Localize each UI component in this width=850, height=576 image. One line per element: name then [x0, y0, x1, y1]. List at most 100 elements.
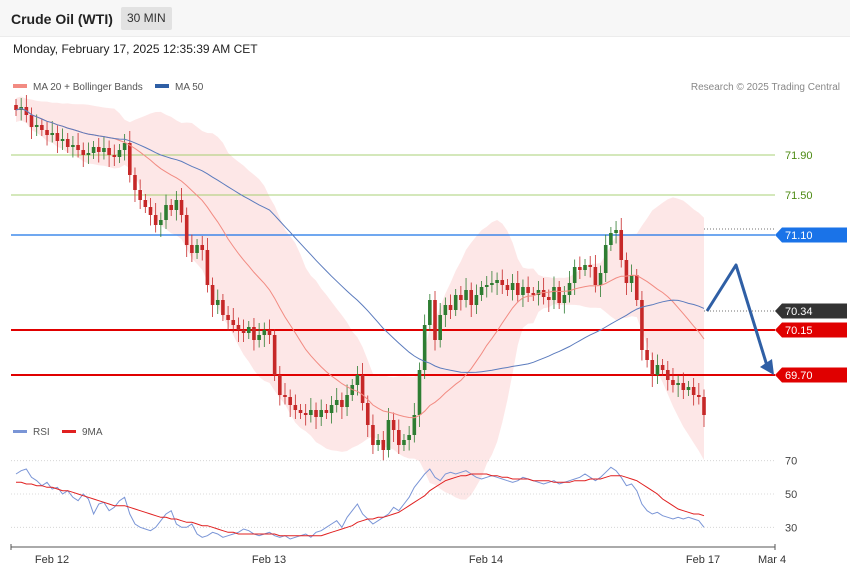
- candle-body: [376, 440, 380, 445]
- candle-body: [164, 205, 168, 220]
- candle-body: [298, 410, 303, 413]
- x-tick-label: Feb 17: [686, 554, 720, 566]
- projection-arrow: [705, 263, 770, 370]
- candle-body: [495, 280, 499, 283]
- candle-body: [433, 300, 437, 340]
- candle-body: [200, 245, 205, 250]
- candle-body: [500, 280, 505, 285]
- candle-body: [624, 260, 629, 283]
- candle-body: [443, 305, 448, 315]
- candle-body: [246, 327, 251, 333]
- candle-body: [324, 410, 329, 413]
- candle-body: [252, 327, 256, 340]
- candle-body: [345, 395, 349, 407]
- candle-body: [386, 420, 391, 450]
- candle-body: [314, 410, 318, 417]
- candle-body: [381, 440, 386, 450]
- candle-body: [169, 205, 173, 210]
- candle-body: [117, 150, 122, 157]
- ma50-legend-swatch: [155, 84, 169, 88]
- candle-body: [365, 403, 370, 425]
- candle-body: [303, 413, 308, 415]
- candle-body: [567, 283, 572, 295]
- rsi-ma-line: [16, 473, 705, 537]
- candle-body: [34, 125, 39, 127]
- candle-body: [479, 287, 484, 295]
- level-label: 71.10: [785, 230, 813, 242]
- candle-body: [521, 287, 525, 295]
- candle-body: [65, 139, 70, 147]
- candle-body: [614, 230, 618, 233]
- candle-body: [231, 320, 236, 325]
- candle-body: [572, 267, 577, 283]
- candle-body: [262, 330, 267, 335]
- x-tick-label: Feb 12: [35, 554, 69, 566]
- candle-body: [402, 440, 406, 445]
- candle-body: [272, 335, 277, 375]
- candle-body: [515, 283, 520, 295]
- candle-body: [76, 145, 80, 150]
- candle-body: [293, 405, 298, 410]
- candle-body: [655, 365, 660, 375]
- candle-body: [221, 300, 225, 315]
- candle-body: [278, 375, 282, 395]
- price-chart: MA 20 + Bollinger Bands MA 50 Research ©…: [10, 82, 847, 566]
- rsi-ma-legend-label: 9MA: [82, 427, 103, 438]
- candle-body: [650, 360, 655, 375]
- candle-body: [428, 300, 432, 325]
- candle-body: [205, 250, 210, 285]
- candle-body: [138, 190, 142, 200]
- candle-body: [422, 325, 427, 370]
- candle-body: [309, 410, 313, 415]
- candle-body: [531, 293, 536, 295]
- level-label: 71.50: [785, 190, 813, 202]
- candle-body: [578, 267, 582, 270]
- rsi-legend-swatch: [13, 430, 27, 433]
- candle-body: [81, 150, 86, 155]
- candle-body: [702, 397, 706, 415]
- candle-body: [112, 155, 117, 157]
- candle-body: [603, 245, 608, 273]
- candle-body: [29, 115, 34, 127]
- level-label: 69.70: [785, 370, 813, 382]
- candle-body: [91, 147, 96, 153]
- level-label: 70.15: [785, 325, 813, 337]
- level-label: 71.90: [785, 150, 813, 162]
- copyright-label: Research © 2025 Trading Central: [691, 82, 840, 93]
- candle-body: [645, 350, 649, 360]
- candle-body: [391, 420, 396, 430]
- candle-body: [319, 410, 324, 417]
- rsi-tick-label: 30: [785, 522, 797, 534]
- candle-body: [50, 133, 55, 135]
- candle-body: [490, 283, 494, 285]
- rsi-line: [15, 466, 705, 540]
- candle-body: [267, 330, 272, 335]
- candle-body: [60, 139, 65, 141]
- candle-body: [396, 430, 401, 445]
- candle-body: [334, 400, 339, 405]
- candle-body: [179, 200, 184, 215]
- candle-body: [459, 295, 463, 300]
- candle-body: [241, 330, 246, 333]
- candle-body: [671, 380, 675, 385]
- candle-body: [148, 207, 153, 215]
- candle-body: [665, 370, 670, 380]
- candle-body: [122, 143, 127, 150]
- candle-body: [681, 383, 686, 390]
- candle-body: [107, 148, 111, 155]
- candle-body: [417, 370, 422, 415]
- x-tick-label: Feb 14: [469, 554, 503, 566]
- candle-body: [464, 290, 468, 300]
- candle-body: [40, 125, 44, 130]
- candle-body: [184, 215, 189, 245]
- candle-body: [45, 130, 49, 135]
- candle-body: [226, 315, 230, 320]
- candle-body: [484, 285, 489, 287]
- candle-body: [547, 297, 551, 300]
- candle-body: [510, 283, 515, 290]
- candle-body: [288, 397, 292, 405]
- candle-body: [541, 290, 546, 297]
- candle-body: [676, 383, 680, 385]
- rsi-tick-label: 50: [785, 489, 797, 501]
- candle-body: [215, 300, 220, 305]
